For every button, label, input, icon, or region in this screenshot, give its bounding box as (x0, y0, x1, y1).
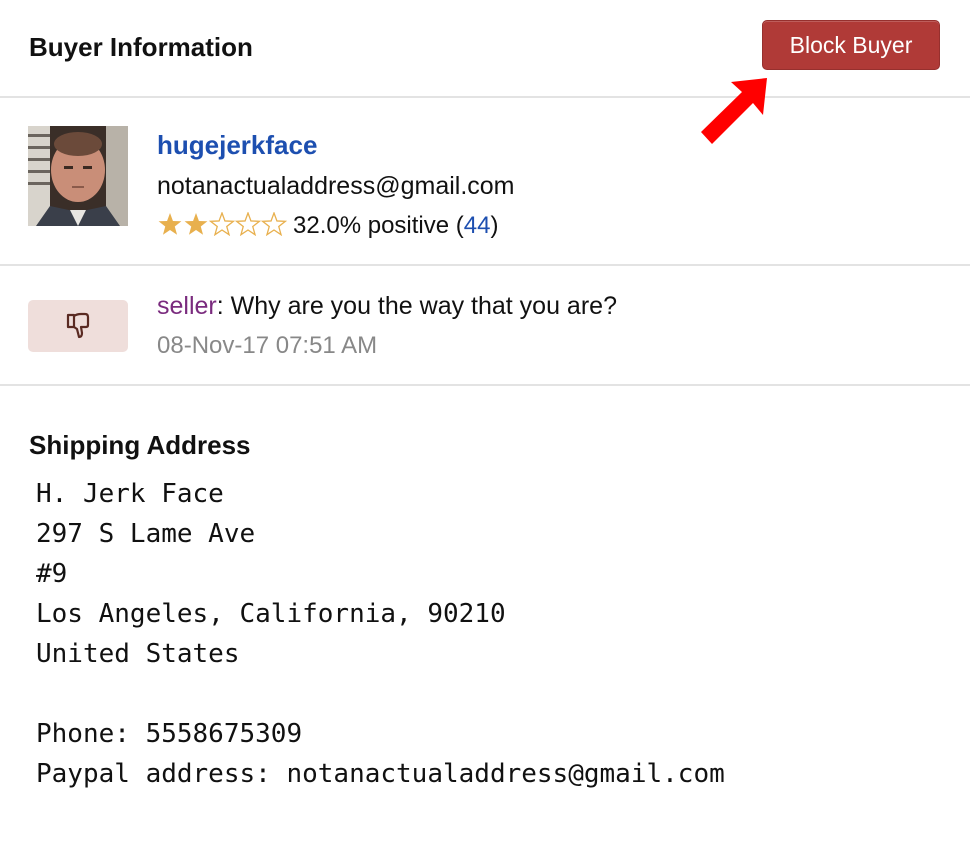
feedback-count-link[interactable]: 44 (464, 212, 491, 239)
address-unit: #9 (36, 559, 68, 589)
block-buyer-button[interactable]: Block Buyer (762, 20, 940, 70)
feedback-entry: seller: Why are you the way that you are… (0, 266, 970, 386)
feedback-message: Why are you the way that you are? (230, 292, 617, 320)
close-paren: ) (490, 212, 499, 239)
feedback-comment: seller: Why are you the way that you are… (157, 292, 617, 321)
negative-feedback-badge (28, 300, 128, 352)
thumbs-down-icon (66, 312, 90, 339)
shipping-address-title: Shipping Address (29, 430, 251, 460)
comment-separator: : (216, 292, 231, 320)
avatar (28, 126, 128, 226)
paypal-line: Paypal address: notanactualaddress@gmail… (36, 759, 725, 789)
buyer-rating: 32.0% positive (44) (157, 211, 499, 243)
feedback-date: 08-Nov-17 07:51 AM (157, 332, 378, 359)
address-spacer (36, 674, 725, 714)
address-street: 297 S Lame Ave (36, 519, 256, 549)
feedback-author: seller (157, 292, 217, 320)
shipping-address-block: H. Jerk Face 297 S Lame Ave #9 Los Angel… (36, 474, 725, 794)
star-rating-icon (157, 211, 288, 243)
address-country: United States (36, 639, 240, 669)
buyer-username-link[interactable]: hugejerkface (157, 130, 317, 161)
buyer-info-header: Buyer Information Block Buyer (0, 0, 970, 98)
star-filled-icon (184, 213, 208, 235)
address-city-line: Los Angeles, California, 90210 (36, 599, 506, 629)
star-empty-icon (260, 211, 288, 237)
buyer-profile: hugejerkface notanactualaddress@gmail.co… (0, 98, 970, 266)
address-name: H. Jerk Face (36, 479, 224, 509)
star-empty-icon (208, 211, 236, 237)
positive-percentage: 32.0% positive ( (293, 212, 464, 239)
phone-line: Phone: 5558675309 (36, 719, 303, 749)
star-empty-icon (234, 211, 262, 237)
panel-title: Buyer Information (29, 32, 253, 62)
star-filled-icon (158, 213, 182, 235)
buyer-email: notanactualaddress@gmail.com (157, 172, 515, 200)
